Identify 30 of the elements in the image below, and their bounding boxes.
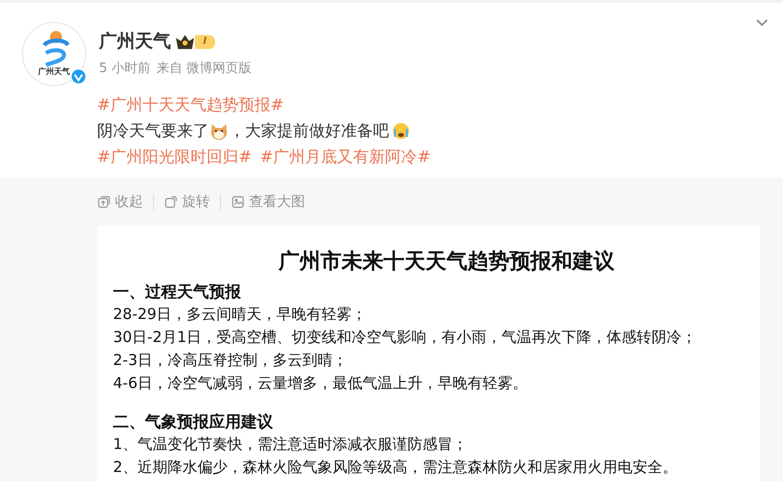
image-icon xyxy=(231,195,245,209)
post-text: ，大家提前做好准备吧 xyxy=(229,120,389,142)
image-title: 广州市未来十天天气趋势预报和建议 xyxy=(277,248,616,275)
forecast-line: 1、气温变化节奏快，需注意适时添减衣服谨防感冒； xyxy=(113,434,469,455)
toolbar-button[interactable]: 旋转 xyxy=(164,192,210,212)
avatar[interactable]: 广州天气 xyxy=(22,22,86,86)
avatar-caption: 广州天气 xyxy=(38,67,70,77)
crying-emoji-icon xyxy=(391,121,411,141)
topic-link[interactable]: #广州十天天气趋势预报# xyxy=(97,95,284,114)
post-time: 5 小时前 xyxy=(99,60,150,78)
forecast-line: 2、近期降水偏少，森林火险气象风险等级高，需注意森林防火和居家用火用电安全。 xyxy=(113,457,679,478)
toolbar-button[interactable]: 收起 xyxy=(97,192,143,212)
section-heading: 二、气象预报应用建议 xyxy=(113,411,274,433)
post-source: 来自 微博网页版 xyxy=(156,60,252,78)
author-name[interactable]: 广州天气 xyxy=(99,28,171,55)
rotate-icon xyxy=(164,195,178,209)
forecast-line: 4-6日，冷空气减弱，云量增多，最低气温上升，早晚有轻雾。 xyxy=(113,373,528,394)
collapse-icon xyxy=(97,195,111,209)
crown-icon xyxy=(175,33,195,50)
forecast-line: 28-29日，多云间晴天，早晚有轻雾； xyxy=(113,304,368,325)
dog-emoji-icon xyxy=(209,121,229,141)
section-heading: 一、过程天气预报 xyxy=(113,281,242,303)
post-text: 阴冷天气要来了 xyxy=(97,120,209,142)
toolbar-button[interactable]: 查看大图 xyxy=(231,192,305,212)
level-badge: I xyxy=(195,34,215,48)
topic-link[interactable]: #广州月底又有新阿冷# xyxy=(260,144,431,170)
chevron-down-icon[interactable] xyxy=(755,18,769,28)
forecast-line: 2-3日，冷高压脊控制，多云到晴； xyxy=(113,350,348,371)
forecast-line: 30日-2月1日，受高空槽、切变线和冷空气影响，有小雨，气温再次下降，体感转阴冷； xyxy=(113,327,698,348)
topic-link[interactable]: #广州阳光限时回归# xyxy=(97,144,252,170)
